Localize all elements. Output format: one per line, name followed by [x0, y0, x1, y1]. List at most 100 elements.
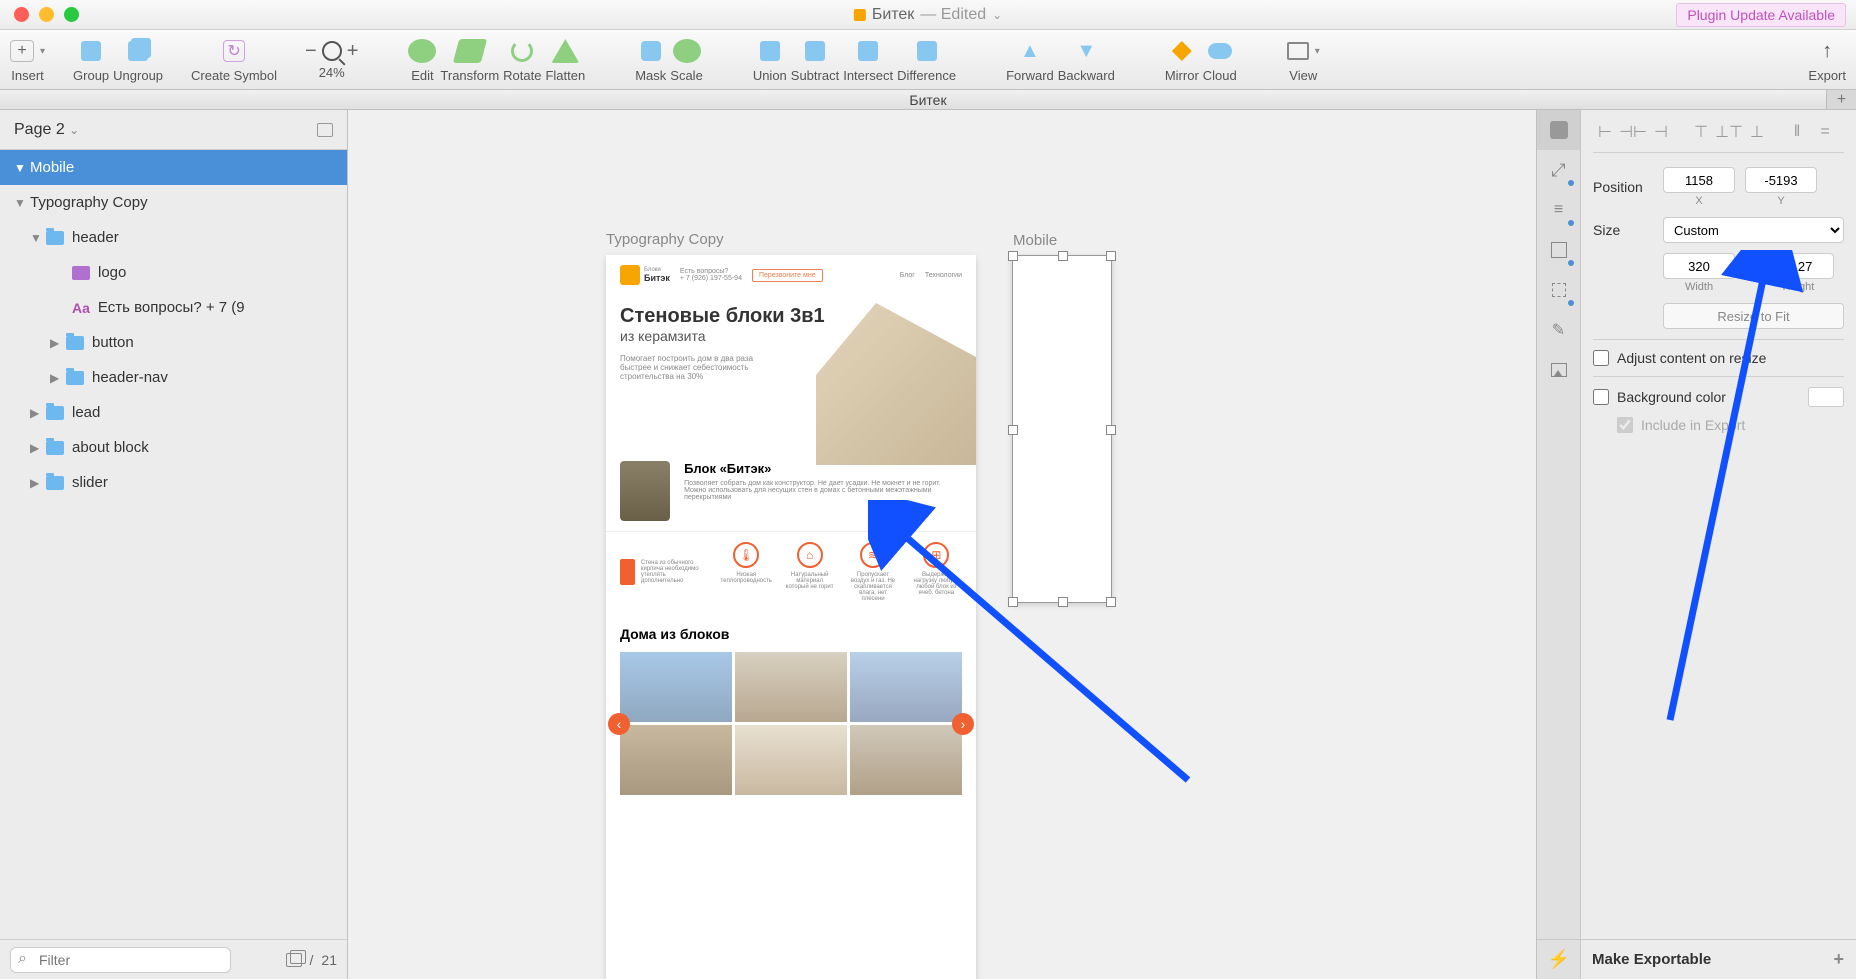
- tab-title[interactable]: Битек: [909, 92, 946, 108]
- selection-handle[interactable]: [1058, 251, 1068, 261]
- export-tool[interactable]: ↑Export: [1808, 36, 1846, 83]
- align-center-h-button[interactable]: ⊣⊢: [1621, 122, 1645, 142]
- include-export-checkbox[interactable]: Include in Export: [1593, 417, 1844, 433]
- layer-item-about-block[interactable]: ▶about block: [0, 430, 347, 465]
- zoom-in-button[interactable]: +: [347, 40, 359, 63]
- selection-handle[interactable]: [1106, 597, 1116, 607]
- transform-tool[interactable]: Transform: [440, 36, 499, 83]
- selection-handle[interactable]: [1058, 597, 1068, 607]
- inspector-tab-style[interactable]: [1537, 110, 1580, 150]
- create-symbol-tool[interactable]: ↻ Create Symbol: [191, 36, 277, 83]
- distribute-h-button[interactable]: ‖: [1785, 122, 1809, 142]
- chevron-down-icon: ⌄: [69, 123, 79, 137]
- forward-tool[interactable]: ▲Forward: [1006, 36, 1054, 83]
- size-preset-select[interactable]: Custom: [1663, 217, 1844, 243]
- magnifier-icon: [322, 41, 342, 61]
- align-right-button[interactable]: ⊣: [1649, 122, 1673, 142]
- layer-item-mobile[interactable]: ▼Mobile: [0, 150, 347, 185]
- disclosure-icon[interactable]: ▼: [14, 196, 26, 210]
- selection-handle[interactable]: [1106, 251, 1116, 261]
- mirror-tool[interactable]: Mirror: [1165, 36, 1199, 83]
- layer-item-text[interactable]: AaЕсть вопросы? + 7 (9: [0, 290, 347, 325]
- layers-icon[interactable]: [286, 953, 302, 967]
- intersect-tool[interactable]: Intersect: [843, 36, 893, 83]
- selection-handle[interactable]: [1008, 425, 1018, 435]
- background-color-checkbox[interactable]: Background color: [1593, 387, 1844, 407]
- layer-item-slider[interactable]: ▶slider: [0, 465, 347, 500]
- subtract-tool[interactable]: Subtract: [791, 36, 839, 83]
- artboard-typography[interactable]: Typography Copy БлокиБитэк Есть вопросы?…: [606, 255, 976, 979]
- chevron-down-icon[interactable]: ⌄: [992, 8, 1002, 22]
- selection-handle[interactable]: [1008, 597, 1018, 607]
- selection-handle[interactable]: [1008, 251, 1018, 261]
- disclosure-icon[interactable]: ▶: [30, 441, 42, 455]
- folder-icon: [66, 336, 84, 350]
- add-export-icon[interactable]: +: [1833, 949, 1844, 970]
- disclosure-icon[interactable]: ▼: [14, 161, 26, 175]
- align-center-v-button[interactable]: ⊥⊤: [1717, 122, 1741, 142]
- zoom-control[interactable]: − + 24%: [305, 40, 358, 80]
- swap-dimensions-icon[interactable]: ⇄: [1745, 258, 1758, 278]
- flatten-tool[interactable]: Flatten: [545, 36, 585, 83]
- rotate-tool[interactable]: Rotate: [503, 36, 541, 83]
- inspector-tab-align[interactable]: ≡: [1537, 190, 1580, 230]
- layer-item-logo[interactable]: logo: [0, 255, 347, 290]
- window-title: Битек — Edited ⌄: [854, 6, 1002, 24]
- add-tab-button[interactable]: +: [1826, 90, 1856, 109]
- difference-tool[interactable]: Difference: [897, 36, 956, 83]
- close-window-button[interactable]: [14, 7, 29, 22]
- inspector-tab-image[interactable]: [1537, 350, 1580, 390]
- backward-tool[interactable]: ▼Backward: [1058, 36, 1115, 83]
- edit-tool[interactable]: Edit: [408, 36, 436, 83]
- disclosure-icon[interactable]: ▶: [30, 406, 42, 420]
- page-list-icon[interactable]: [317, 123, 333, 137]
- width-input[interactable]: [1663, 253, 1735, 279]
- layer-item-button[interactable]: ▶button: [0, 325, 347, 360]
- zoom-out-button[interactable]: −: [305, 40, 317, 63]
- adjust-content-checkbox[interactable]: Adjust content on resize: [1593, 350, 1844, 366]
- maximize-window-button[interactable]: [64, 7, 79, 22]
- cloud-tool[interactable]: Cloud: [1203, 36, 1237, 83]
- background-color-swatch[interactable]: [1808, 387, 1844, 407]
- disclosure-icon[interactable]: ▶: [50, 336, 62, 350]
- plugin-update-badge[interactable]: Plugin Update Available: [1676, 3, 1846, 27]
- disclosure-icon[interactable]: ▼: [30, 231, 42, 245]
- resize-to-fit-button[interactable]: Resize to Fit: [1663, 303, 1844, 329]
- inspector-tab-layout[interactable]: [1537, 230, 1580, 270]
- position-x-input[interactable]: [1663, 167, 1735, 193]
- mask-tool[interactable]: Mask: [635, 36, 666, 83]
- filter-input[interactable]: [10, 947, 231, 973]
- artboard-mobile[interactable]: Mobile: [1012, 255, 1112, 603]
- inspector-tab-resize[interactable]: ⤢: [1537, 150, 1580, 190]
- align-bottom-button[interactable]: ⊥: [1745, 122, 1769, 142]
- layer-item-header[interactable]: ▼header: [0, 220, 347, 255]
- view-tool[interactable]: ▾View: [1287, 36, 1320, 83]
- page-selector[interactable]: Page 2 ⌄: [0, 110, 347, 150]
- inspector-tab-prototype[interactable]: ⚡: [1537, 939, 1581, 979]
- artboard-label[interactable]: Typography Copy: [606, 231, 724, 248]
- selection-handle[interactable]: [1106, 425, 1116, 435]
- make-exportable-section[interactable]: Make Exportable +: [1580, 939, 1856, 979]
- insert-tool[interactable]: +▾ Insert: [10, 36, 45, 83]
- document-name: Битек: [872, 6, 914, 24]
- artboard-label[interactable]: Mobile: [1013, 232, 1057, 249]
- layer-item-lead[interactable]: ▶lead: [0, 395, 347, 430]
- align-top-button[interactable]: ⊤: [1689, 122, 1713, 142]
- position-y-input[interactable]: [1745, 167, 1817, 193]
- canvas[interactable]: Typography Copy БлокиБитэк Есть вопросы?…: [348, 110, 1536, 979]
- scale-tool[interactable]: Scale: [670, 36, 703, 83]
- ungroup-tool[interactable]: Ungroup: [113, 36, 163, 83]
- layer-item-typography[interactable]: ▼Typography Copy: [0, 185, 347, 220]
- slash-icon: /: [310, 952, 314, 968]
- disclosure-icon[interactable]: ▶: [30, 476, 42, 490]
- distribute-v-button[interactable]: =: [1813, 122, 1837, 142]
- disclosure-icon[interactable]: ▶: [50, 371, 62, 385]
- align-left-button[interactable]: ⊢: [1593, 122, 1617, 142]
- union-tool[interactable]: Union: [753, 36, 787, 83]
- layer-item-header-nav[interactable]: ▶header-nav: [0, 360, 347, 395]
- height-input[interactable]: [1762, 253, 1834, 279]
- group-tool[interactable]: Group: [73, 36, 109, 83]
- minimize-window-button[interactable]: [39, 7, 54, 22]
- inspector-tab-edit[interactable]: ✎: [1537, 310, 1580, 350]
- inspector-tab-selection[interactable]: [1537, 270, 1580, 310]
